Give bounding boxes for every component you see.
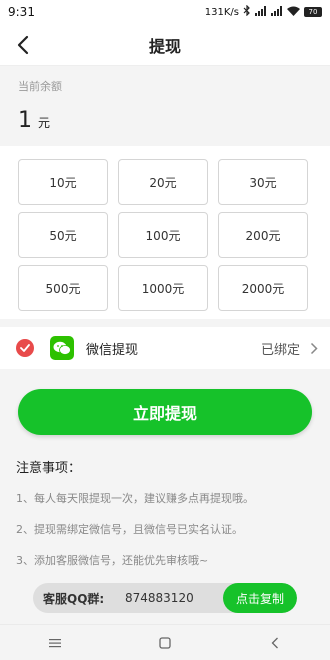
- qq-group-bar: 客服QQ群: 874883120 点击复制: [33, 583, 297, 613]
- balance-label: 当前余额: [18, 80, 62, 93]
- signal-icon: [255, 5, 267, 19]
- notes-title: 注意事项：: [16, 461, 82, 476]
- status-bar: 9:31 131K/s 70: [0, 0, 330, 24]
- bind-status: 已绑定: [260, 342, 300, 358]
- balance-section: 当前余额 1 元: [0, 66, 330, 138]
- amount-option-50[interactable]: 50元: [18, 212, 108, 258]
- check-circle-icon[interactable]: [16, 339, 34, 357]
- battery-icon: 70: [304, 7, 322, 17]
- note-item: 3、添加客服微信号，还能优先审核哦~: [16, 554, 209, 567]
- wifi-icon: [287, 6, 300, 19]
- amount-option-1000[interactable]: 1000元: [118, 265, 208, 311]
- note-item: 1、每人每天限提现一次，建议赚多点再提现哦。: [16, 492, 254, 505]
- balance-unit: 元: [38, 116, 51, 130]
- menu-icon[interactable]: [35, 628, 75, 658]
- page-title: 提现: [148, 36, 181, 56]
- wechat-withdraw-label: 微信提现: [86, 342, 139, 358]
- balance-amount: 1: [18, 108, 32, 133]
- qq-group-label: 客服QQ群:: [43, 591, 105, 606]
- amount-option-2000[interactable]: 2000元: [218, 265, 308, 311]
- wechat-icon: [50, 336, 74, 360]
- qq-group-number: 874883120: [125, 591, 194, 605]
- withdraw-now-button[interactable]: 立即提现: [18, 389, 312, 435]
- system-nav-bar: [0, 624, 330, 660]
- amount-option-30[interactable]: 30元: [218, 159, 308, 205]
- amount-options: 10元 20元 30元 50元 100元 200元 500元 1000元 200…: [0, 146, 330, 319]
- network-speed: 131K/s: [204, 6, 239, 18]
- chevron-right-icon[interactable]: [310, 342, 318, 355]
- amount-option-10[interactable]: 10元: [18, 159, 108, 205]
- amount-option-200[interactable]: 200元: [218, 212, 308, 258]
- amount-option-500[interactable]: 500元: [18, 265, 108, 311]
- header: 提现: [0, 24, 330, 66]
- bluetooth-icon: [243, 4, 251, 19]
- wechat-withdraw-row[interactable]: 微信提现 已绑定: [0, 327, 330, 369]
- amount-option-100[interactable]: 100元: [118, 212, 208, 258]
- status-time: 9:31: [8, 5, 35, 19]
- back-nav-icon[interactable]: [255, 628, 295, 658]
- amount-option-20[interactable]: 20元: [118, 159, 208, 205]
- copy-button[interactable]: 点击复制: [223, 583, 297, 613]
- signal-icon: [271, 5, 283, 19]
- note-item: 2、提现需绑定微信号，且微信号已实名认证。: [16, 523, 243, 536]
- back-arrow-icon[interactable]: [10, 32, 36, 58]
- home-icon[interactable]: [145, 628, 185, 658]
- notes-section: 注意事项： 1、每人每天限提现一次，建议赚多点再提现哦。 2、提现需绑定微信号，…: [0, 435, 330, 568]
